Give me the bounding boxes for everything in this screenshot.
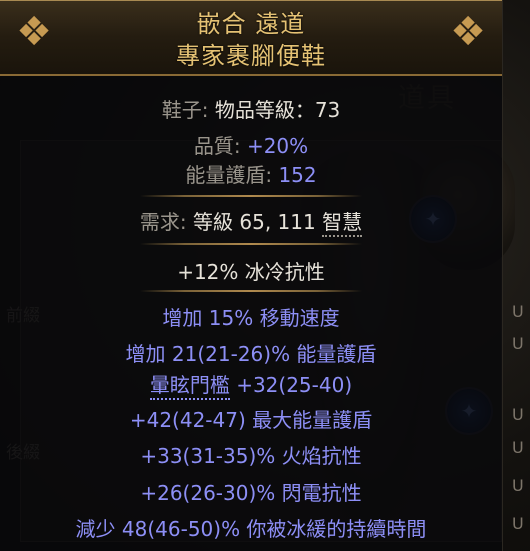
energy-shield-value: 152 — [278, 163, 317, 187]
quality-label: 品質: — [193, 134, 241, 158]
requirements-label: 需求: — [139, 210, 187, 234]
side-marker: U — [512, 476, 524, 495]
quality-value: +20% — [246, 134, 309, 158]
separator — [140, 290, 362, 292]
item-level-line: 鞋子: 物品等級：73 — [0, 94, 502, 123]
item-level-value: 73 — [314, 98, 341, 122]
stun-threshold-keyword: 暈眩門檻 — [149, 373, 230, 400]
separator — [140, 243, 362, 245]
separator — [140, 195, 362, 197]
item-header: ❖ ❖ 嵌合 遠道 專家裹腳便鞋 — [0, 0, 502, 76]
energy-shield-line: 能量護盾: 152 — [0, 159, 502, 188]
implicit-mod: +12% 冰冷抗性 — [177, 260, 325, 284]
side-marker: U — [512, 514, 524, 533]
requirements-line: 需求: 等級 65, 111 智慧 — [0, 206, 502, 237]
energy-shield-label: 能量護盾: — [185, 163, 273, 187]
quality-line: 品質: +20% — [0, 130, 502, 159]
side-marker: U — [512, 302, 524, 321]
item-level-label: 物品等級： — [214, 98, 315, 122]
explicit-mod: +42(42-47) 最大能量護盾 — [129, 408, 373, 432]
explicit-mod: 增加 15% 移動速度 — [162, 306, 340, 330]
explicit-mod: 增加 21(21-26)% 能量護盾 — [125, 342, 377, 366]
explicit-mod: 暈眩門檻 +32(25-40) — [0, 369, 502, 400]
int-requirement-value: 111 — [277, 210, 316, 234]
explicit-mod: +33(31-35)% 火焰抗性 — [140, 444, 362, 468]
base-type-label: 鞋子: — [161, 98, 209, 122]
level-requirement-value: 65, — [239, 210, 272, 234]
int-requirement-label: 智慧 — [322, 210, 363, 237]
side-marker: U — [512, 334, 524, 353]
side-marker: U — [512, 438, 524, 457]
level-requirement-label: 等級 — [193, 210, 234, 234]
stun-threshold-value: +32(25-40) — [229, 373, 353, 397]
item-base-type: 專家裹腳便鞋 — [176, 42, 326, 70]
item-tooltip: ❖ ❖ 嵌合 遠道 專家裹腳便鞋 鞋子: 物品等級：73 品質: +20% 能量… — [0, 0, 503, 551]
explicit-mod: +26(26-30)% 閃電抗性 — [140, 481, 362, 505]
explicit-mod: 減少 48(46-50)% 你被冰緩的持續時間 — [75, 517, 427, 541]
item-name: 嵌合 遠道 — [196, 10, 306, 38]
side-marker: U — [512, 405, 524, 424]
